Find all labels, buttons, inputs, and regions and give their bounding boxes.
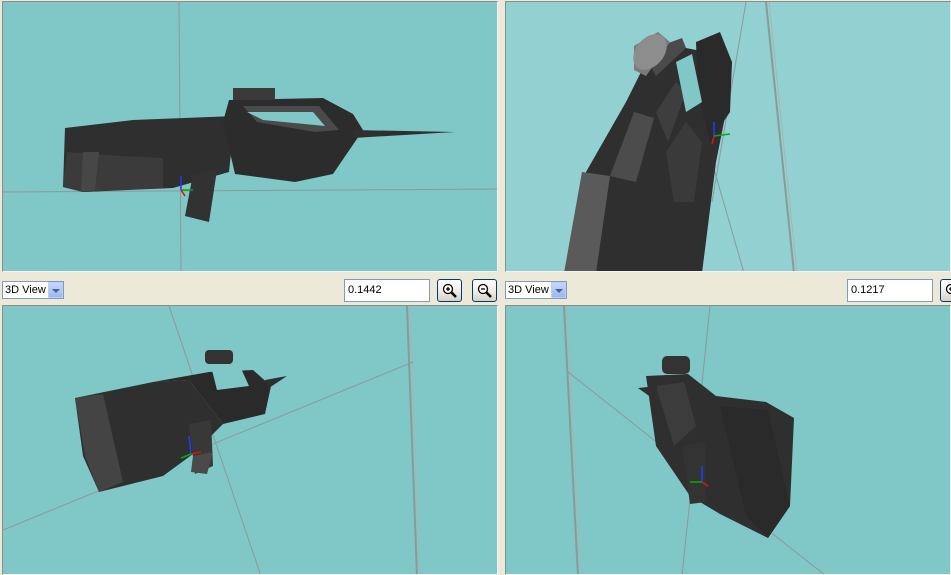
- chevron-down-icon[interactable]: [48, 282, 63, 298]
- chevron-down-icon[interactable]: [551, 282, 566, 298]
- zoom-in-icon: [945, 283, 951, 295]
- viewport-bottom-left[interactable]: [2, 305, 498, 575]
- viewport-canvas[interactable]: [3, 2, 498, 272]
- rifle-model: [75, 350, 287, 492]
- rifle-model: [63, 88, 455, 222]
- rifle-model: [638, 356, 794, 538]
- view-mode-select-label: 3D View: [508, 284, 549, 296]
- zoom-in-button[interactable]: [437, 279, 462, 302]
- viewport-canvas[interactable]: [3, 306, 498, 575]
- view-mode-select[interactable]: 3D View: [505, 281, 567, 299]
- view-mode-select[interactable]: 3D View: [2, 281, 64, 299]
- viewport-canvas[interactable]: [506, 2, 951, 272]
- zoom-out-icon: [477, 283, 492, 298]
- viewport-toolbar-left: 3D View 0.1442: [0, 276, 500, 303]
- zoom-out-button[interactable]: [472, 279, 497, 302]
- viewport-top-right[interactable]: [505, 1, 951, 272]
- viewport-bottom-right[interactable]: [505, 305, 951, 575]
- viewport-canvas[interactable]: [506, 306, 951, 575]
- rifle-model: [564, 32, 732, 271]
- viewport-top-left[interactable]: [2, 1, 498, 272]
- zoom-in-icon: [442, 283, 457, 298]
- zoom-input[interactable]: 0.1442: [344, 279, 430, 302]
- zoom-input[interactable]: 0.1217: [847, 279, 933, 302]
- zoom-in-button[interactable]: [940, 279, 951, 302]
- view-mode-select-label: 3D View: [5, 284, 46, 296]
- viewport-toolbar-right: 3D View 0.1217: [503, 276, 951, 303]
